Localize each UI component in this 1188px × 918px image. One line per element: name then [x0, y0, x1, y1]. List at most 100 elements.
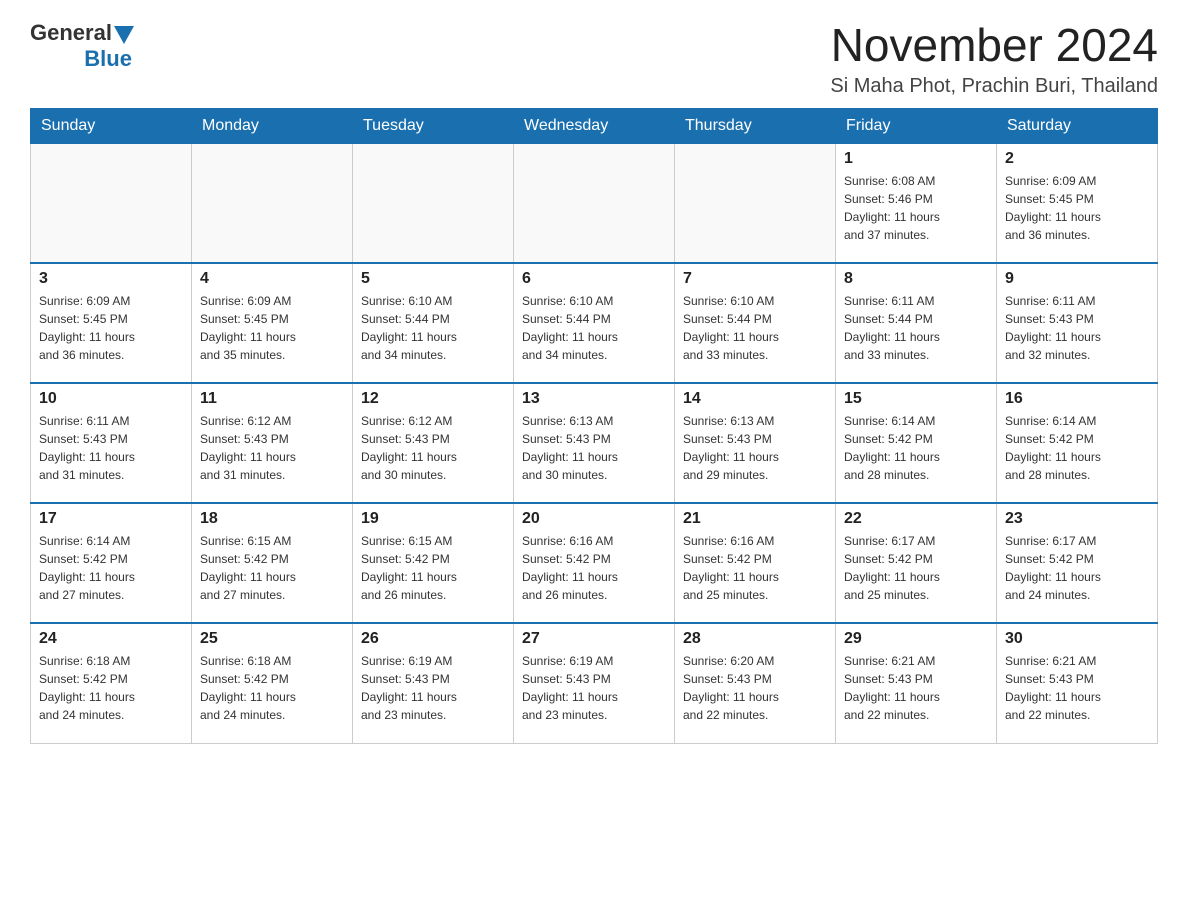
day-number: 15	[844, 390, 988, 408]
day-number: 23	[1005, 510, 1149, 528]
calendar-cell: 19Sunrise: 6:15 AM Sunset: 5:42 PM Dayli…	[353, 503, 514, 623]
day-info: Sunrise: 6:16 AM Sunset: 5:42 PM Dayligh…	[522, 532, 666, 604]
calendar-cell	[675, 143, 836, 263]
calendar-week-row-3: 10 Sunrise: 6:11 AM Sunset: 5:43 PM Dayli…	[31, 383, 1158, 503]
calendar-header-saturday: Saturday	[997, 108, 1158, 143]
day-number: 29	[844, 630, 988, 648]
day-number: 16	[1005, 390, 1149, 408]
day-number: 25	[200, 630, 344, 648]
calendar-table: SundayMondayTuesdayWednesdayThursdayFrid…	[30, 108, 1158, 744]
logo-blue-text: Blue	[84, 46, 132, 72]
calendar-cell: 1 Sunrise: 6:08 AM Sunset: 5:46 PM Daylig…	[836, 143, 997, 263]
day-number: 21	[683, 510, 827, 528]
logo-triangle-icon	[114, 26, 134, 44]
day-info: Sunrise: 6:13 AM Sunset: 5:43 PM Dayligh…	[683, 412, 827, 484]
day-number: 27	[522, 630, 666, 648]
day-info: Sunrise: 6:20 AM Sunset: 5:43 PM Dayligh…	[683, 652, 827, 724]
day-info: Sunrise: 6:10 AM Sunset: 5:44 PM Dayligh…	[683, 292, 827, 364]
calendar-header-row: SundayMondayTuesdayWednesdayThursdayFrid…	[31, 108, 1158, 143]
calendar-cell: 17Sunrise: 6:14 AM Sunset: 5:42 PM Dayli…	[31, 503, 192, 623]
day-info: Sunrise: 6:14 AM Sunset: 5:42 PM Dayligh…	[844, 412, 988, 484]
calendar-cell: 10 Sunrise: 6:11 AM Sunset: 5:43 PM Dayli…	[31, 383, 192, 503]
day-info: Sunrise: 6:10 AM Sunset: 5:44 PM Dayligh…	[522, 292, 666, 364]
calendar-cell: 4 Sunrise: 6:09 AM Sunset: 5:45 PM Daylig…	[192, 263, 353, 383]
day-number: 8	[844, 270, 988, 288]
day-number: 10	[39, 390, 183, 408]
day-info: Sunrise: 6:08 AM Sunset: 5:46 PM Dayligh…	[844, 172, 988, 244]
day-info: Sunrise: 6:09 AM Sunset: 5:45 PM Dayligh…	[1005, 172, 1149, 244]
day-number: 20	[522, 510, 666, 528]
calendar-week-row-5: 24 Sunrise: 6:18 AM Sunset: 5:42 PM Dayli…	[31, 623, 1158, 743]
day-info: Sunrise: 6:12 AM Sunset: 5:43 PM Dayligh…	[200, 412, 344, 484]
calendar-header-monday: Monday	[192, 108, 353, 143]
day-info: Sunrise: 6:11 AM Sunset: 5:43 PM Dayligh…	[39, 412, 183, 484]
calendar-cell: 6Sunrise: 6:10 AM Sunset: 5:44 PM Daylig…	[514, 263, 675, 383]
calendar-cell	[31, 143, 192, 263]
day-number: 7	[683, 270, 827, 288]
day-info: Sunrise: 6:17 AM Sunset: 5:42 PM Dayligh…	[844, 532, 988, 604]
calendar-header-friday: Friday	[836, 108, 997, 143]
calendar-cell	[514, 143, 675, 263]
day-info: Sunrise: 6:10 AM Sunset: 5:44 PM Dayligh…	[361, 292, 505, 364]
calendar-header-thursday: Thursday	[675, 108, 836, 143]
calendar-cell: 2Sunrise: 6:09 AM Sunset: 5:45 PM Daylig…	[997, 143, 1158, 263]
day-info: Sunrise: 6:15 AM Sunset: 5:42 PM Dayligh…	[200, 532, 344, 604]
day-number: 9	[1005, 270, 1149, 288]
day-info: Sunrise: 6:14 AM Sunset: 5:42 PM Dayligh…	[39, 532, 183, 604]
calendar-week-row-4: 17Sunrise: 6:14 AM Sunset: 5:42 PM Dayli…	[31, 503, 1158, 623]
day-info: Sunrise: 6:19 AM Sunset: 5:43 PM Dayligh…	[522, 652, 666, 724]
calendar-cell: 21 Sunrise: 6:16 AM Sunset: 5:42 PM Dayli…	[675, 503, 836, 623]
calendar-cell: 28 Sunrise: 6:20 AM Sunset: 5:43 PM Dayli…	[675, 623, 836, 743]
day-number: 22	[844, 510, 988, 528]
day-info: Sunrise: 6:11 AM Sunset: 5:43 PM Dayligh…	[1005, 292, 1149, 364]
logo-general-text: General	[30, 20, 112, 46]
calendar-cell: 12Sunrise: 6:12 AM Sunset: 5:43 PM Dayli…	[353, 383, 514, 503]
calendar-cell: 22 Sunrise: 6:17 AM Sunset: 5:42 PM Dayli…	[836, 503, 997, 623]
day-info: Sunrise: 6:11 AM Sunset: 5:44 PM Dayligh…	[844, 292, 988, 364]
day-info: Sunrise: 6:18 AM Sunset: 5:42 PM Dayligh…	[200, 652, 344, 724]
calendar-cell: 15 Sunrise: 6:14 AM Sunset: 5:42 PM Dayli…	[836, 383, 997, 503]
calendar-cell: 24Sunrise: 6:18 AM Sunset: 5:42 PM Dayli…	[31, 623, 192, 743]
calendar-cell	[192, 143, 353, 263]
calendar-cell: 25 Sunrise: 6:18 AM Sunset: 5:42 PM Dayli…	[192, 623, 353, 743]
calendar-cell: 13 Sunrise: 6:13 AM Sunset: 5:43 PM Dayli…	[514, 383, 675, 503]
calendar-header-sunday: Sunday	[31, 108, 192, 143]
day-info: Sunrise: 6:14 AM Sunset: 5:42 PM Dayligh…	[1005, 412, 1149, 484]
title-area: November 2024 Si Maha Phot, Prachin Buri…	[830, 20, 1158, 98]
location-subtitle: Si Maha Phot, Prachin Buri, Thailand	[830, 75, 1158, 98]
calendar-cell: 18 Sunrise: 6:15 AM Sunset: 5:42 PM Dayli…	[192, 503, 353, 623]
day-number: 12	[361, 390, 505, 408]
day-info: Sunrise: 6:19 AM Sunset: 5:43 PM Dayligh…	[361, 652, 505, 724]
day-number: 13	[522, 390, 666, 408]
day-number: 3	[39, 270, 183, 288]
day-number: 4	[200, 270, 344, 288]
day-number: 26	[361, 630, 505, 648]
day-number: 18	[200, 510, 344, 528]
calendar-cell: 8 Sunrise: 6:11 AM Sunset: 5:44 PM Daylig…	[836, 263, 997, 383]
day-info: Sunrise: 6:09 AM Sunset: 5:45 PM Dayligh…	[200, 292, 344, 364]
calendar-cell: 3 Sunrise: 6:09 AM Sunset: 5:45 PM Daylig…	[31, 263, 192, 383]
calendar-header-tuesday: Tuesday	[353, 108, 514, 143]
day-number: 1	[844, 150, 988, 168]
day-info: Sunrise: 6:13 AM Sunset: 5:43 PM Dayligh…	[522, 412, 666, 484]
calendar-cell: 26 Sunrise: 6:19 AM Sunset: 5:43 PM Dayli…	[353, 623, 514, 743]
day-number: 24	[39, 630, 183, 648]
calendar-cell: 27 Sunrise: 6:19 AM Sunset: 5:43 PM Dayli…	[514, 623, 675, 743]
day-info: Sunrise: 6:17 AM Sunset: 5:42 PM Dayligh…	[1005, 532, 1149, 604]
day-info: Sunrise: 6:16 AM Sunset: 5:42 PM Dayligh…	[683, 532, 827, 604]
calendar-cell: 14 Sunrise: 6:13 AM Sunset: 5:43 PM Dayli…	[675, 383, 836, 503]
calendar-header-wednesday: Wednesday	[514, 108, 675, 143]
logo: General Blue	[30, 20, 134, 72]
calendar-cell: 16 Sunrise: 6:14 AM Sunset: 5:42 PM Dayli…	[997, 383, 1158, 503]
day-number: 28	[683, 630, 827, 648]
calendar-cell	[353, 143, 514, 263]
calendar-cell: 29Sunrise: 6:21 AM Sunset: 5:43 PM Dayli…	[836, 623, 997, 743]
calendar-cell: 11 Sunrise: 6:12 AM Sunset: 5:43 PM Dayli…	[192, 383, 353, 503]
day-number: 14	[683, 390, 827, 408]
calendar-week-row-2: 3 Sunrise: 6:09 AM Sunset: 5:45 PM Daylig…	[31, 263, 1158, 383]
calendar-cell: 9 Sunrise: 6:11 AM Sunset: 5:43 PM Daylig…	[997, 263, 1158, 383]
day-number: 11	[200, 390, 344, 408]
day-number: 19	[361, 510, 505, 528]
calendar-cell: 30Sunrise: 6:21 AM Sunset: 5:43 PM Dayli…	[997, 623, 1158, 743]
day-info: Sunrise: 6:09 AM Sunset: 5:45 PM Dayligh…	[39, 292, 183, 364]
